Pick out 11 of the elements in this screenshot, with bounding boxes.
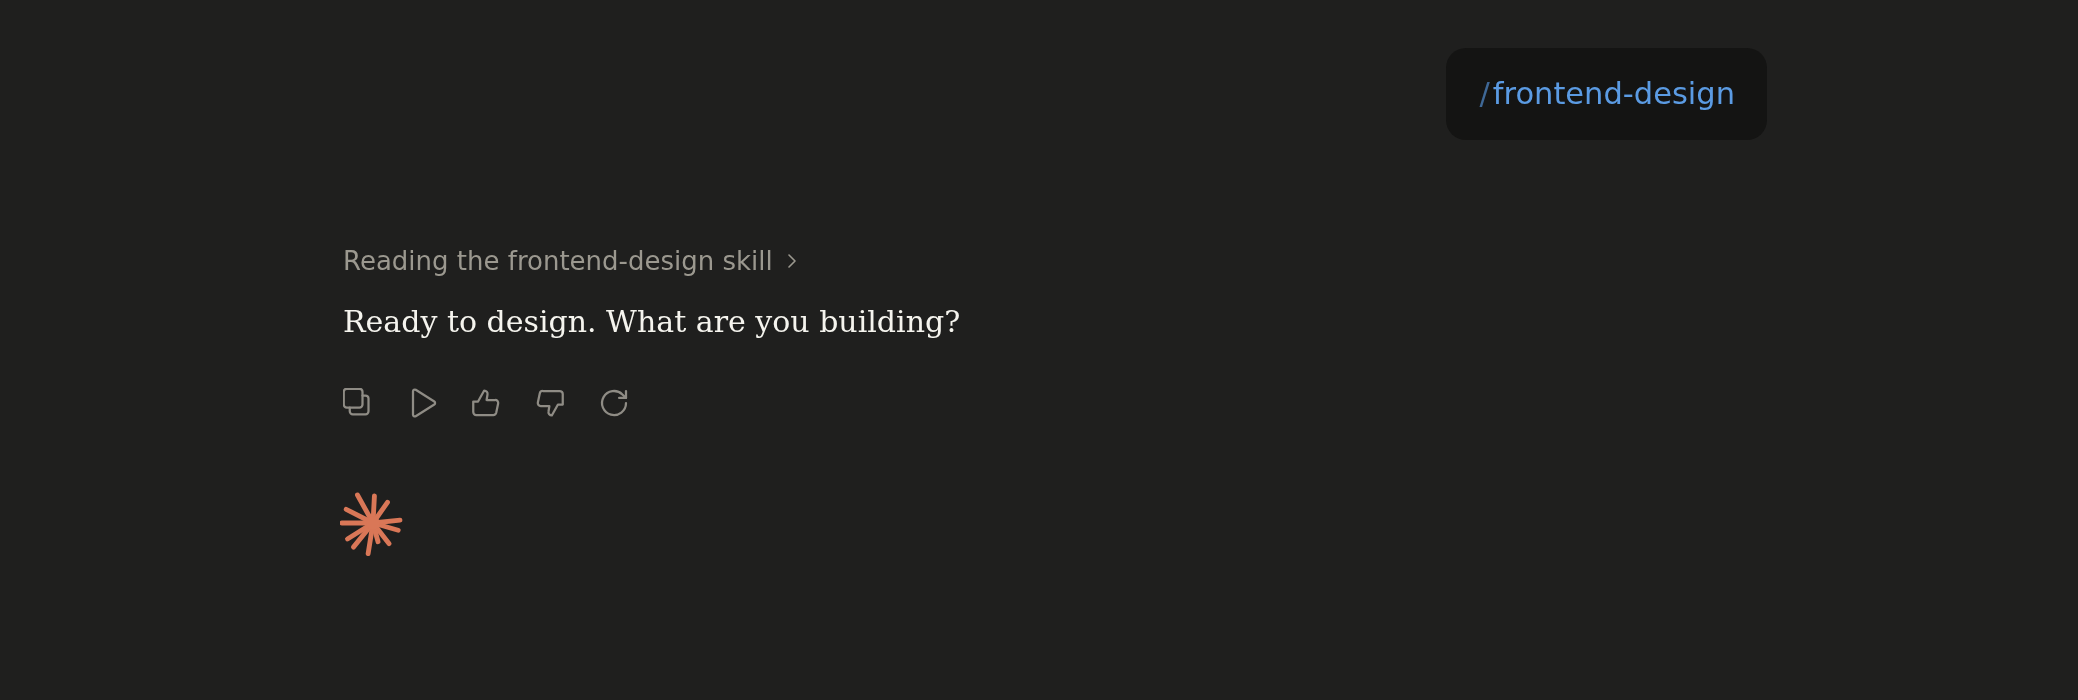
thumbs-up-icon [471, 388, 501, 418]
copy-button[interactable] [343, 388, 373, 418]
reading-status-button[interactable]: Reading the frontend-design skill [343, 244, 799, 278]
retry-icon [599, 388, 629, 418]
thumbs-down-button[interactable] [535, 388, 565, 418]
retry-button[interactable] [599, 388, 629, 418]
assistant-message: Ready to design. What are you building? [343, 303, 962, 341]
copy-icon [343, 388, 373, 418]
slash-command-text: /frontend-design [1479, 75, 1735, 114]
thumbs-down-icon [535, 388, 565, 418]
thumbs-up-button[interactable] [471, 388, 501, 418]
